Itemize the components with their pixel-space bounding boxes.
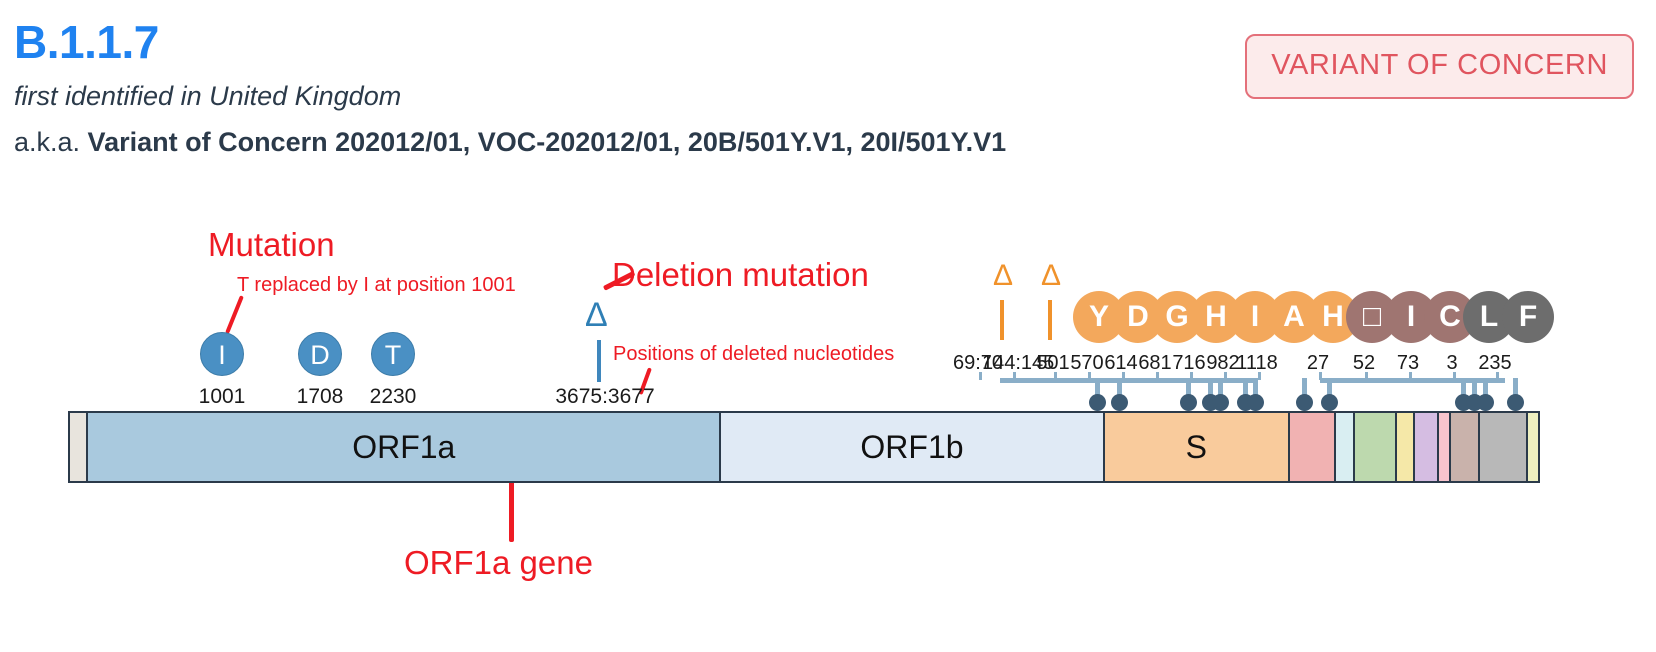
lollipop-head-2 [1180,394,1197,411]
gene-segment [1290,413,1337,481]
position-tick-1 [1013,372,1016,380]
callout-deletion-title: Deletion mutation [612,256,869,293]
gene-segment [1439,413,1452,481]
callout-mutation-title: Mutation [208,226,335,263]
gene-segment [1396,413,1416,481]
mutation-position-1001: 1001 [198,385,246,408]
lollipop-head-8 [1321,394,1338,411]
lollipop-head-4 [1212,394,1229,411]
position-tick-9 [1319,372,1322,380]
variant-header: B.1.1.7 first identified in United Kingd… [14,18,1194,158]
gene-segment [1354,413,1397,481]
gene-segment [1451,413,1480,481]
variant-origin-subtitle: first identified in United Kingdom [14,81,402,112]
gene-segment-s: S [1104,413,1291,481]
position-tick-4 [1122,372,1125,380]
leader-line-orf1a [509,480,514,542]
spike-deletion-triangle-1: Δ [1041,259,1062,292]
mutation-circle-1001: I [200,332,244,376]
spike-deletion-stem-0 [1000,300,1004,340]
gene-label: S [1185,428,1207,465]
aka-names: Variant of Concern 202012/01, VOC-202012… [87,126,1007,157]
lollipop-head-0 [1089,394,1106,411]
genome-track: ORF1a ORF1b S [68,411,1540,483]
lollipop-head-12 [1507,394,1524,411]
deletion-position-label: 3675:3677 [555,385,655,408]
gene-segment [70,413,89,481]
position-tick-10 [1365,372,1368,380]
page-title: B.1.1.7 [14,16,159,68]
spike-deletion-stem-1 [1048,300,1052,340]
gene-label: ORF1b [860,428,964,465]
callout-orf1a-gene: ORF1a gene [404,544,593,581]
callout-deletion-desc: Positions of deleted nucleotides [613,343,895,365]
gene-segment-orf1b: ORF1b [721,413,1105,481]
gene-segment [1336,413,1355,481]
lollipop-head-11 [1477,394,1494,411]
variant-aka-line: a.k.a. Variant of Concern 202012/01, VOC… [14,126,1194,158]
gene-segment-orf1a: ORF1a [88,413,722,481]
leader-line-mutation [225,295,244,334]
status-badge: VARIANT OF CONCERN [1245,34,1634,99]
aa-position-1118: 1118 [1236,352,1278,374]
position-tick-0 [979,372,982,380]
gene-segment [1527,413,1539,481]
mutation-circle-2230: T [371,332,415,376]
deletion-stem [597,340,601,382]
gene-label: ORF1a [352,428,456,465]
lollipop-head-1 [1111,394,1128,411]
callout-mutation-desc: T replaced by I at position 1001 [237,274,516,296]
position-bracket-1 [1320,378,1505,383]
mutation-position-2230: 2230 [369,385,417,408]
position-tick-7 [1224,372,1227,380]
position-bracket-0 [1000,378,1254,383]
gene-segment [1479,413,1528,481]
gene-segment [1415,413,1440,481]
aka-prefix: a.k.a. [14,126,88,157]
position-tick-8 [1258,372,1261,380]
position-tick-2 [1054,372,1057,380]
position-tick-5 [1156,372,1159,380]
lollipop-head-7 [1296,394,1313,411]
deletion-triangle-icon: Δ [585,296,608,334]
position-tick-12 [1453,372,1456,380]
position-tick-11 [1409,372,1412,380]
position-tick-3 [1088,372,1091,380]
position-tick-13 [1496,372,1499,380]
aa-position-235: 235 [1478,352,1512,374]
spike-deletion-triangle-0: Δ [993,259,1014,292]
mutation-circle-1708: D [298,332,342,376]
lollipop-head-6 [1247,394,1264,411]
aa-circle-11-F: F [1502,291,1554,343]
